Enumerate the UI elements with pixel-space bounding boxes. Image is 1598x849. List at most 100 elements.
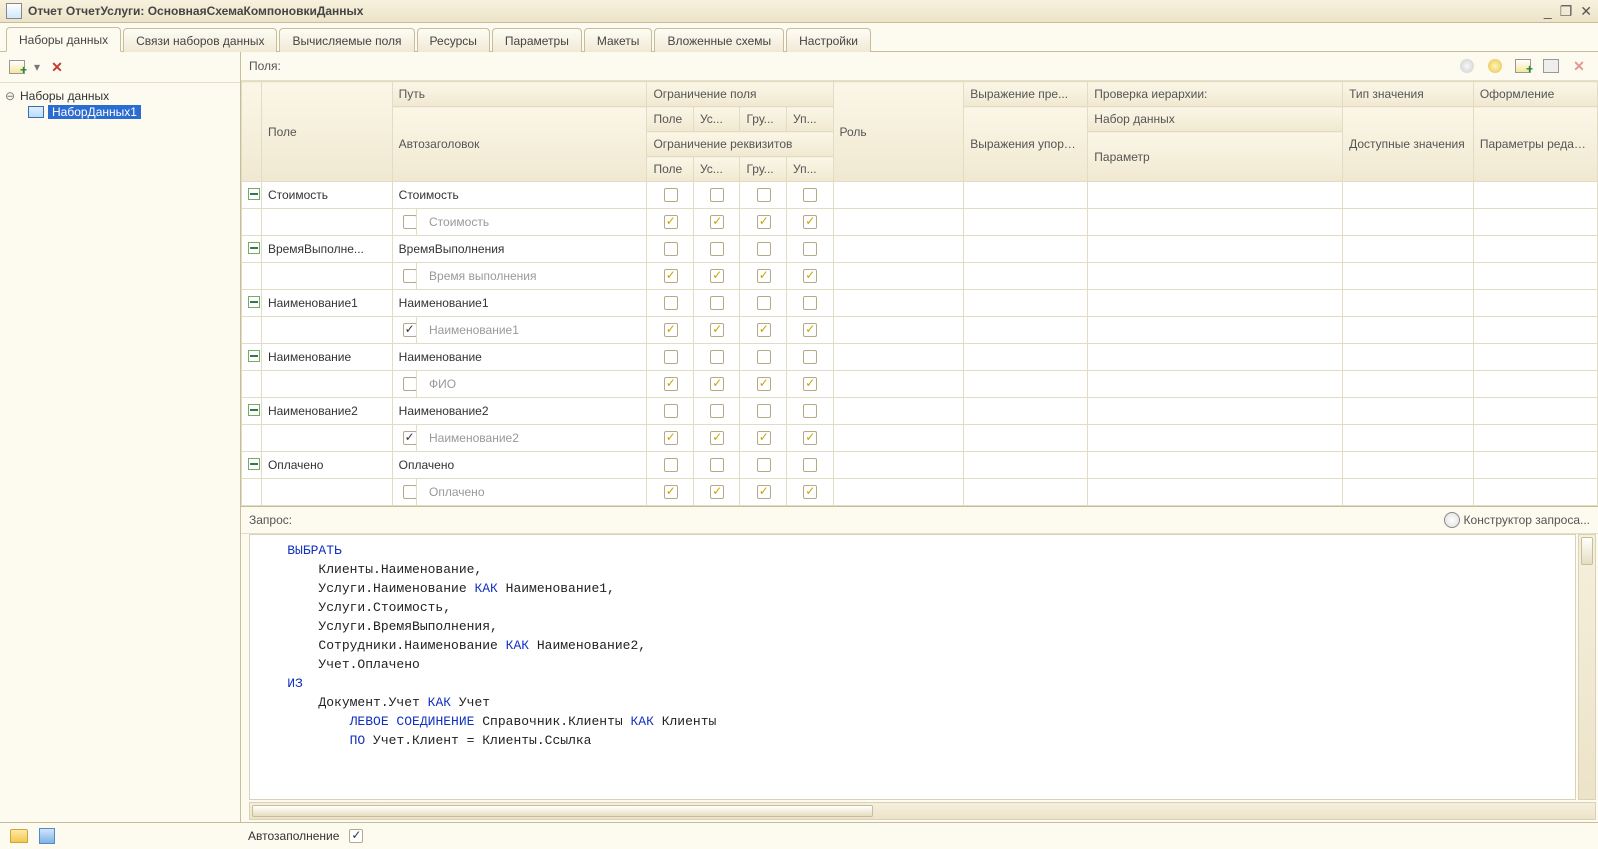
col-expr[interactable]: Выражение пре... [964, 82, 1088, 107]
horizontal-scrollbar[interactable] [249, 802, 1596, 820]
query-constructor-button[interactable]: Конструктор запроса... [1444, 512, 1590, 528]
close-icon[interactable]: ✕ [1580, 3, 1592, 20]
delete-dataset-button[interactable]: ✕ [46, 56, 68, 78]
table-row-sub[interactable]: Наименование2 [242, 425, 1598, 452]
fields-grid[interactable]: Поле Путь Ограничение поля Роль Выражени… [241, 81, 1598, 507]
chk-order[interactable] [803, 404, 817, 418]
table-row-sub[interactable]: ФИО [242, 371, 1598, 398]
col-hier-par[interactable]: Параметр [1088, 132, 1343, 182]
chk-group[interactable] [757, 242, 771, 256]
chk-cond[interactable] [710, 188, 724, 202]
chk-cond[interactable] [710, 485, 724, 499]
chk-group[interactable] [757, 350, 771, 364]
chk-field[interactable] [664, 323, 678, 337]
open-button[interactable] [8, 825, 30, 847]
auto-title-checkbox[interactable] [403, 431, 417, 445]
chk-order[interactable] [803, 188, 817, 202]
query-editor[interactable]: ВЫБРАТЬ Клиенты.Наименование, Услуги.Наи… [249, 534, 1576, 800]
tab-layouts[interactable]: Макеты [584, 28, 653, 52]
chk-cond[interactable] [710, 431, 724, 445]
chk-cond[interactable] [710, 350, 724, 364]
auto-title-checkbox[interactable] [403, 323, 417, 337]
chk-group[interactable] [757, 485, 771, 499]
chk-group[interactable] [757, 458, 771, 472]
auto-title-checkbox[interactable] [403, 269, 417, 283]
cell-path[interactable]: ВремяВыполнения [392, 236, 647, 263]
tab-links[interactable]: Связи наборов данных [123, 28, 277, 52]
table-row[interactable]: Наименование2Наименование2 [242, 398, 1598, 425]
tab-calc-fields[interactable]: Вычисляемые поля [279, 28, 414, 52]
table-row[interactable]: Наименование1Наименование1 [242, 290, 1598, 317]
cell-auto-title[interactable]: Наименование2 [417, 425, 647, 452]
chk-cond[interactable] [710, 404, 724, 418]
table-row-sub[interactable]: Оплачено [242, 479, 1598, 506]
col-avail[interactable]: Доступные значения [1343, 107, 1474, 182]
tool-2[interactable] [1484, 55, 1506, 77]
chk-group[interactable] [757, 323, 771, 337]
chk-order[interactable] [803, 215, 817, 229]
col-hier-ds[interactable]: Набор данных [1088, 107, 1343, 132]
collapse-icon[interactable]: ⊖ [4, 89, 16, 103]
chk-field[interactable] [664, 458, 678, 472]
col-limit-field[interactable]: Ограничение поля [647, 82, 833, 107]
collapse-icon[interactable] [248, 188, 260, 200]
collapse-icon[interactable] [248, 458, 260, 470]
chk-cond[interactable] [710, 323, 724, 337]
table-row[interactable]: ОплаченоОплачено [242, 452, 1598, 479]
chk-group[interactable] [757, 215, 771, 229]
tool-3[interactable] [1540, 55, 1562, 77]
chk-field[interactable] [664, 377, 678, 391]
tab-settings[interactable]: Настройки [786, 28, 871, 52]
autofill-toggle[interactable]: Автозаполнение [248, 826, 366, 846]
cell-field[interactable]: ВремяВыполне... [261, 236, 392, 263]
chk-cond[interactable] [710, 296, 724, 310]
chk-field[interactable] [664, 269, 678, 283]
tab-resources[interactable]: Ресурсы [417, 28, 490, 52]
cell-auto-title[interactable]: Оплачено [417, 479, 647, 506]
tab-params[interactable]: Параметры [492, 28, 582, 52]
col-decor[interactable]: Оформление [1473, 82, 1597, 107]
cell-auto-title[interactable]: Наименование1 [417, 317, 647, 344]
maximize-icon[interactable]: ❐ [1560, 3, 1573, 20]
chk-field[interactable] [664, 485, 678, 499]
table-row-sub[interactable]: Стоимость [242, 209, 1598, 236]
cell-auto-title[interactable]: Время выполнения [417, 263, 647, 290]
cell-auto-title[interactable]: ФИО [417, 371, 647, 398]
chk-cond[interactable] [710, 458, 724, 472]
auto-title-checkbox[interactable] [403, 215, 417, 229]
cell-field[interactable]: Наименование [261, 344, 392, 371]
cell-field[interactable]: Наименование1 [261, 290, 392, 317]
table-row[interactable]: ВремяВыполне...ВремяВыполнения [242, 236, 1598, 263]
minimize-icon[interactable]: _ [1544, 3, 1552, 20]
chk-group[interactable] [757, 296, 771, 310]
col-auto[interactable]: Автозаголовок [392, 107, 647, 182]
save-button[interactable] [36, 825, 58, 847]
collapse-icon[interactable] [248, 350, 260, 362]
add-dataset-button[interactable] [6, 56, 28, 78]
chk-group[interactable] [757, 377, 771, 391]
cell-field[interactable]: Наименование2 [261, 398, 392, 425]
autofill-checkbox[interactable] [349, 829, 363, 843]
chk-order[interactable] [803, 431, 817, 445]
tool-delete[interactable]: ✕ [1568, 55, 1590, 77]
cell-path[interactable]: Наименование1 [392, 290, 647, 317]
auto-title-checkbox[interactable] [403, 377, 417, 391]
cell-field[interactable]: Оплачено [261, 452, 392, 479]
chk-field[interactable] [664, 431, 678, 445]
chk-field[interactable] [664, 404, 678, 418]
chk-group[interactable] [757, 404, 771, 418]
col-hier[interactable]: Проверка иерархии: [1088, 82, 1343, 107]
dataset-tree[interactable]: ⊖ Наборы данных НаборДанных1 [0, 83, 240, 822]
table-row-sub[interactable]: Время выполнения [242, 263, 1598, 290]
chk-cond[interactable] [710, 215, 724, 229]
chk-order[interactable] [803, 269, 817, 283]
table-row[interactable]: СтоимостьСтоимость [242, 182, 1598, 209]
col-vtype[interactable]: Тип значения [1343, 82, 1474, 107]
collapse-icon[interactable] [248, 242, 260, 254]
chk-order[interactable] [803, 350, 817, 364]
cell-field[interactable]: Стоимость [261, 182, 392, 209]
chk-field[interactable] [664, 215, 678, 229]
cell-path[interactable]: Стоимость [392, 182, 647, 209]
tree-item-dataset1[interactable]: НаборДанных1 [28, 105, 236, 119]
scroll-thumb[interactable] [1581, 537, 1593, 565]
